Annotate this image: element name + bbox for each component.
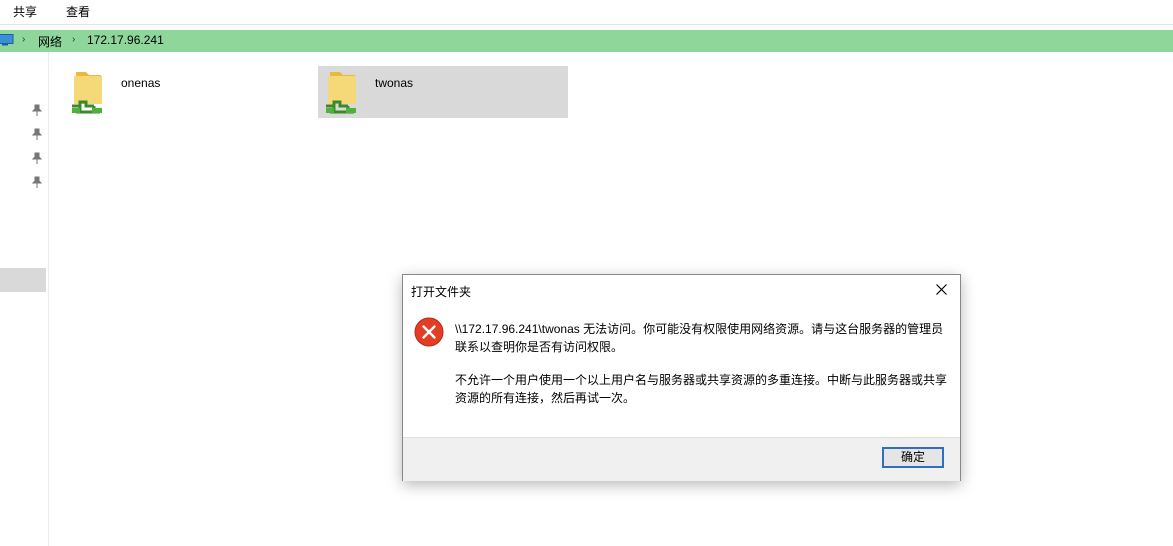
pin-icon[interactable] [32, 128, 42, 140]
error-dialog: 打开文件夹 \\172.17.96.241\twonas 无法访问。你可能没有权… [402, 274, 961, 481]
folder-name: twonas [375, 76, 414, 90]
dialog-footer: 确定 [403, 437, 960, 481]
network-share-folder-icon [326, 72, 356, 114]
folder-item-onenas[interactable]: onenas [64, 66, 314, 118]
tab-view[interactable]: 查看 [66, 3, 90, 20]
tab-share[interactable]: 共享 [13, 3, 37, 20]
breadcrumb-host[interactable]: 172.17.96.241 [87, 33, 164, 47]
pin-icon[interactable] [32, 176, 42, 188]
breadcrumb-separator-icon: › [72, 34, 76, 45]
address-bar[interactable]: › 网络 › 172.17.96.241 [0, 30, 1173, 52]
dialog-title: 打开文件夹 [411, 285, 472, 299]
folder-name: onenas [121, 76, 161, 90]
close-icon [935, 284, 947, 295]
close-button[interactable] [926, 277, 956, 303]
breadcrumb-separator-icon: › [22, 34, 26, 45]
computer-icon [0, 34, 14, 46]
pin-icon[interactable] [32, 104, 42, 116]
nav-selected-item[interactable] [0, 268, 46, 292]
dialog-message-access: \\172.17.96.241\twonas 无法访问。你可能没有权限使用网络资… [455, 322, 944, 354]
folder-item-twonas[interactable]: twonas [318, 66, 568, 118]
network-share-folder-icon [72, 72, 102, 114]
breadcrumb-network[interactable]: 网络 [38, 33, 62, 50]
ok-button[interactable]: 确定 [882, 447, 944, 468]
pin-icon[interactable] [32, 152, 42, 164]
dialog-message-multiple-connections: 不允许一个用户使用一个以上用户名与服务器或共享资源的多重连接。中断与此服务器或共… [455, 373, 948, 405]
navigation-pane [0, 52, 49, 546]
ribbon: 共享 查看 [0, 0, 1173, 25]
error-icon [414, 317, 444, 347]
